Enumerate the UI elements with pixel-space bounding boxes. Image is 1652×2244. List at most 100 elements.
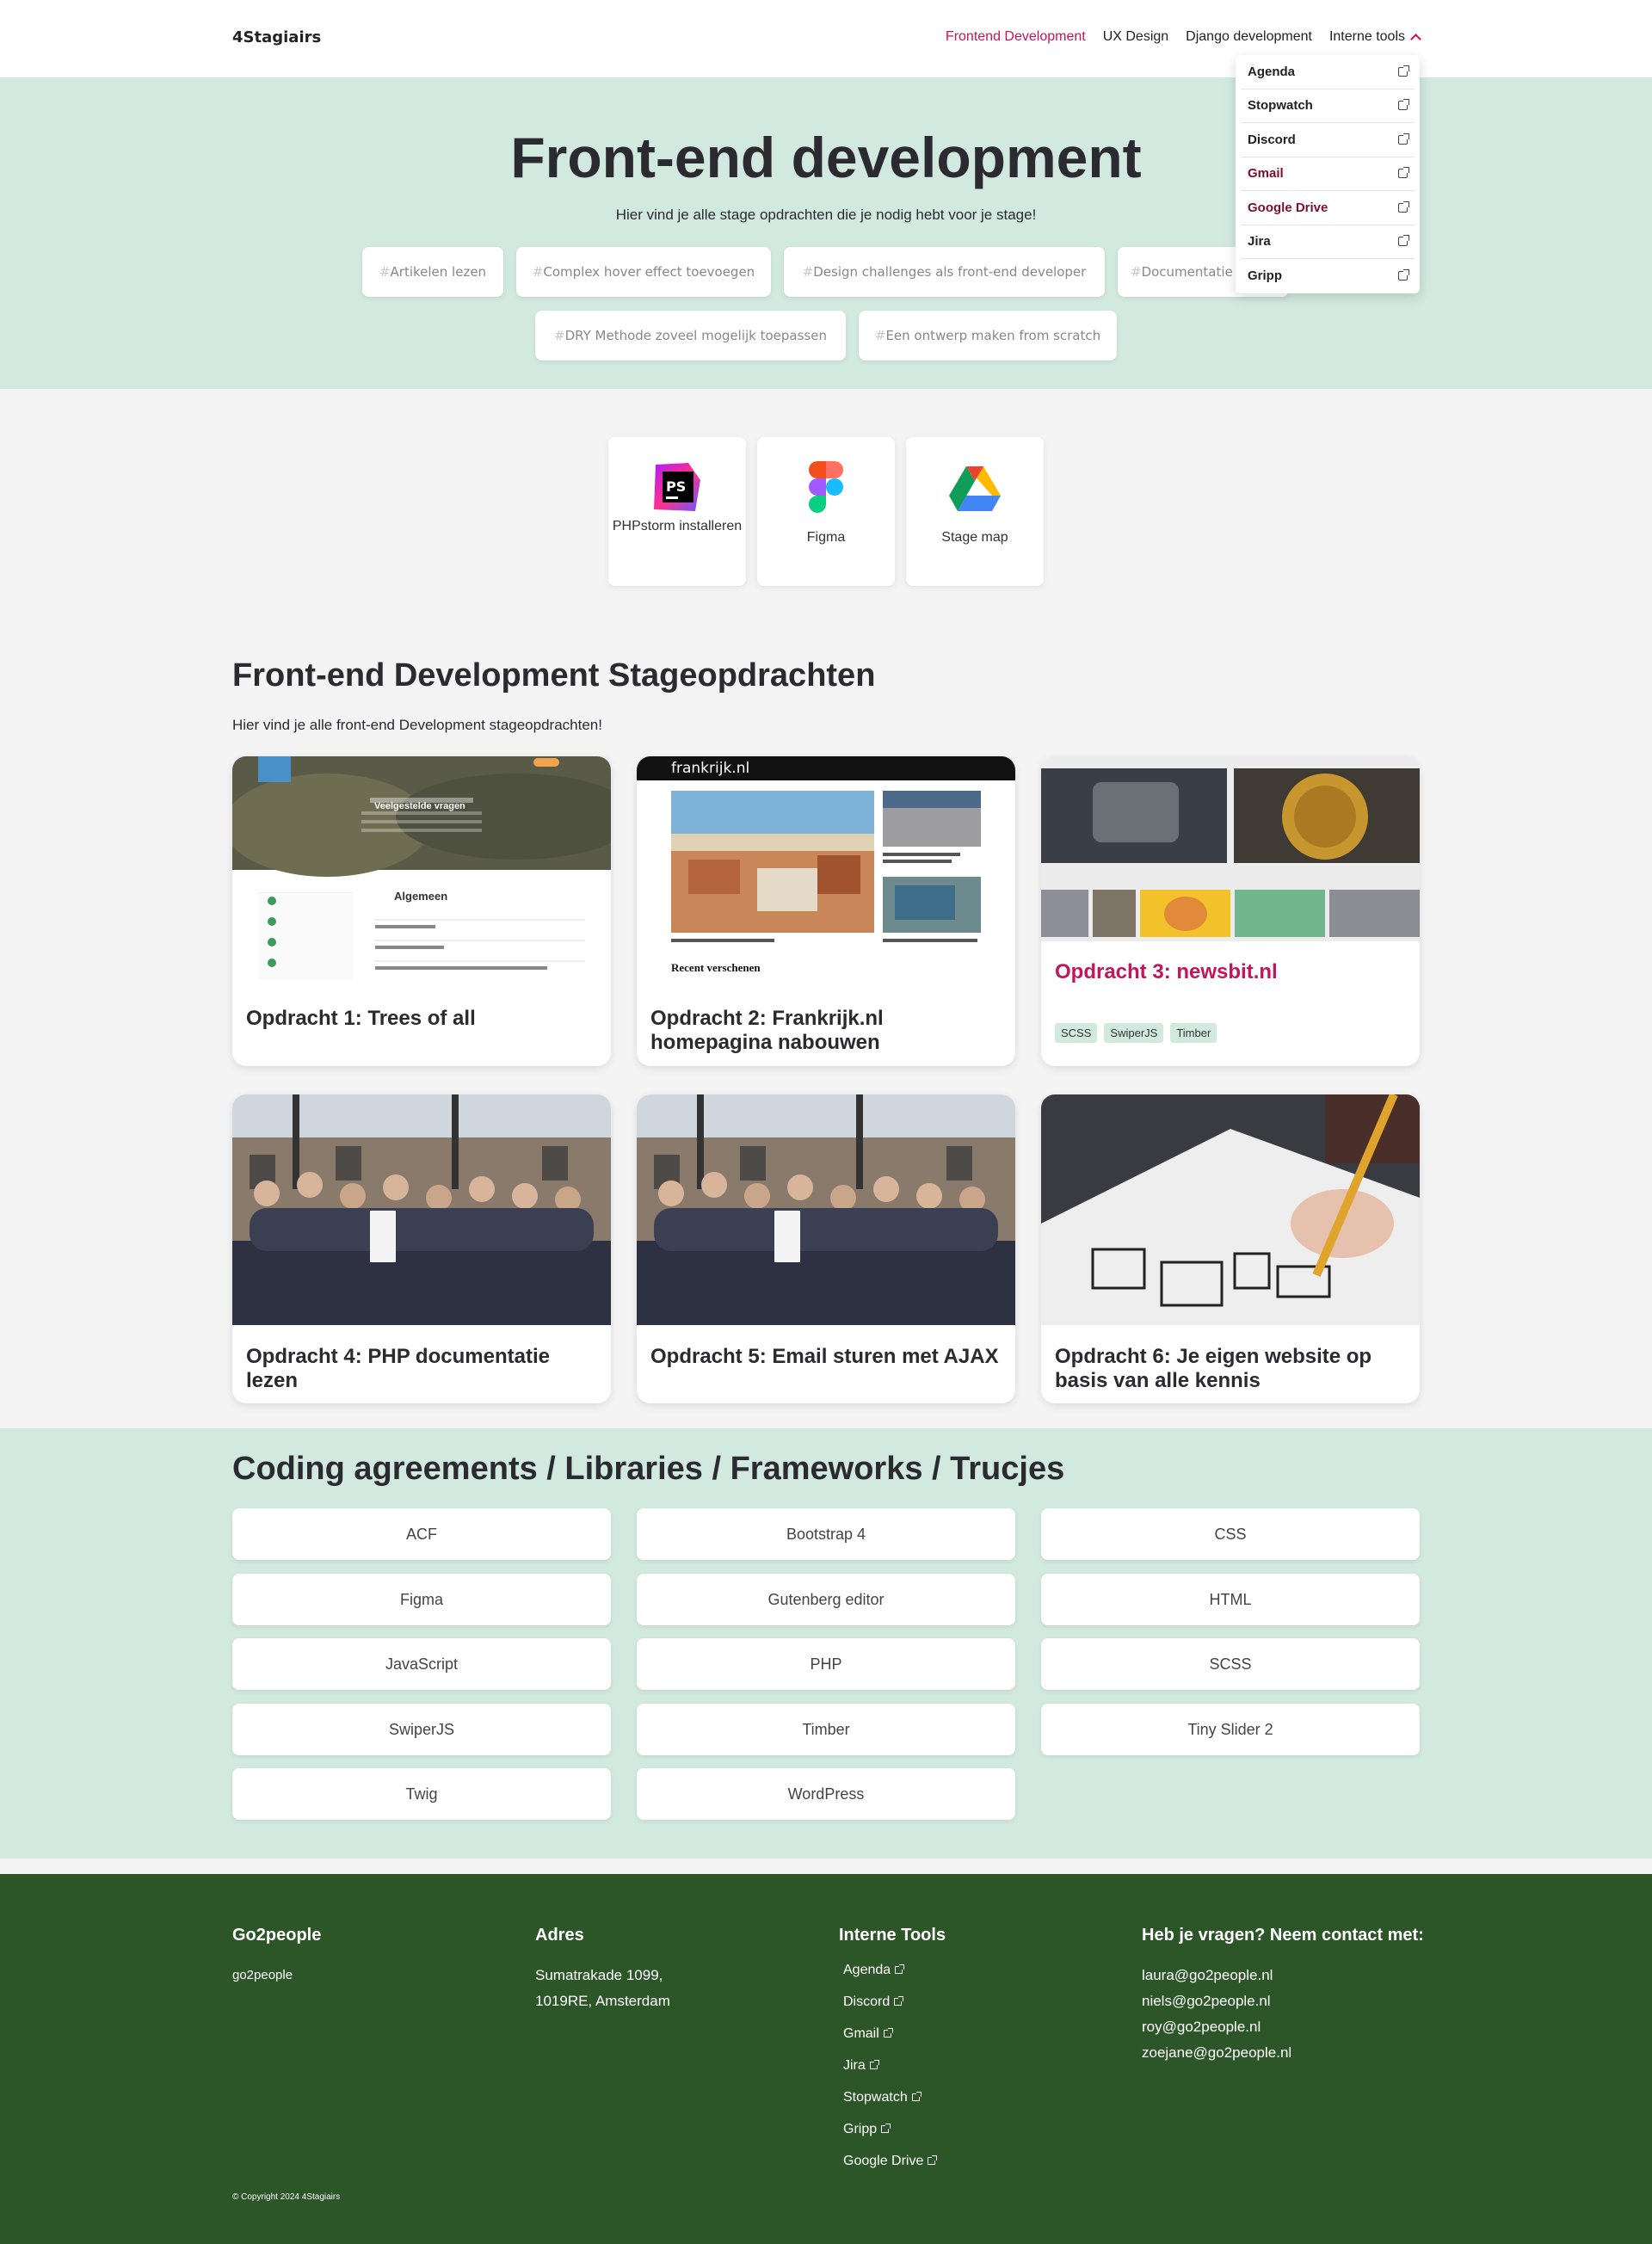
tag-label: Complex hover effect toevoegen: [543, 264, 755, 280]
agreement-javascript[interactable]: JavaScript: [232, 1638, 611, 1690]
agreement-gutenberg-editor[interactable]: Gutenberg editor: [637, 1574, 1015, 1625]
footer-link-agenda[interactable]: Agenda: [843, 1954, 946, 1986]
tag-dry-methode[interactable]: # DRY Methode zoveel mogelijk toepassen: [535, 311, 846, 361]
copyright: © Copyright 2024 4Stagiairs: [232, 2192, 341, 2202]
agreement-figma[interactable]: Figma: [232, 1574, 611, 1625]
nav-ux-design[interactable]: UX Design: [1103, 29, 1168, 45]
footer-contact-email[interactable]: laura@go2people.nl: [1142, 1963, 1424, 1988]
assignment-card-5[interactable]: Opdracht 5: Email sturen met AJAX: [637, 1094, 1015, 1403]
agreement-twig[interactable]: Twig: [232, 1768, 611, 1820]
nav-django-development[interactable]: Django development: [1186, 29, 1312, 45]
agreement-scss[interactable]: SCSS: [1041, 1638, 1420, 1690]
preview-heading: Veelgestelde vragen: [374, 801, 465, 811]
card-image-graphic: [232, 756, 611, 987]
agreement-timber[interactable]: Timber: [637, 1704, 1015, 1755]
external-link-icon: [1398, 65, 1409, 77]
agreement-html[interactable]: HTML: [1041, 1574, 1420, 1625]
external-link-icon: [1398, 269, 1409, 281]
card-image-team-photo: [637, 1094, 1015, 1325]
assignments-title: Front-end Development Stageopdrachten: [232, 657, 876, 694]
agreement-php[interactable]: PHP: [637, 1638, 1015, 1690]
tool-label: Figma: [806, 530, 846, 545]
footer-address-line: Sumatrakade 1099,: [535, 1967, 663, 1983]
external-link-icon: [1398, 99, 1409, 111]
badge-timber: Timber: [1170, 1023, 1217, 1043]
agreement-tiny-slider-2[interactable]: Tiny Slider 2: [1041, 1704, 1420, 1755]
footer-contact-email[interactable]: zoejane@go2people.nl: [1142, 2040, 1424, 2066]
card-title: Opdracht 1: Trees of all: [246, 1007, 476, 1030]
agreement-acf[interactable]: ACF: [232, 1508, 611, 1560]
agreements-title: Coding agreements / Libraries / Framewor…: [232, 1451, 1065, 1487]
dropdown-item-stopwatch[interactable]: Stopwatch: [1241, 89, 1415, 123]
dropdown-item-discord[interactable]: Discord: [1241, 123, 1415, 157]
card-badges: SCSS SwiperJS Timber: [1055, 1023, 1217, 1043]
footer-link-label: Gripp: [843, 2122, 878, 2136]
footer-contact-email[interactable]: roy@go2people.nl: [1142, 2014, 1424, 2040]
footer-link-stopwatch[interactable]: Stopwatch: [843, 2081, 946, 2113]
agreement-css[interactable]: CSS: [1041, 1508, 1420, 1560]
footer-link-gripp[interactable]: Gripp: [843, 2113, 946, 2145]
external-link-icon: [928, 2155, 938, 2165]
nav-interne-tools[interactable]: Interne tools: [1329, 29, 1421, 45]
dropdown-item-label: Jira: [1248, 234, 1271, 250]
badge-scss: SCSS: [1055, 1023, 1098, 1043]
hash-icon: #: [532, 264, 544, 280]
assignment-card-1[interactable]: Veelgestelde vragen Algemeen Opdracht 1:…: [232, 756, 611, 1066]
tag-een-ontwerp[interactable]: # Een ontwerp maken from scratch: [859, 311, 1117, 361]
dropdown-item-label: Gmail: [1248, 166, 1284, 182]
card-title: Opdracht 6: Je eigen website op basis va…: [1055, 1345, 1372, 1392]
tool-card-stage-map[interactable]: Stage map: [906, 437, 1044, 586]
dropdown-item-agenda[interactable]: Agenda: [1241, 55, 1415, 89]
agreement-bootstrap-4[interactable]: Bootstrap 4: [637, 1508, 1015, 1560]
card-title: Opdracht 3: newsbit.nl: [1055, 960, 1278, 983]
assignment-card-3[interactable]: Opdracht 3: newsbit.nl SCSS SwiperJS Tim…: [1041, 756, 1420, 1066]
external-link-icon: [881, 2124, 891, 2133]
google-drive-icon: [949, 466, 1001, 511]
external-link-icon: [1398, 200, 1409, 213]
dropdown-item-jira[interactable]: Jira: [1241, 225, 1415, 259]
dropdown-item-label: Google Drive: [1248, 200, 1328, 215]
footer-link-discord[interactable]: Discord: [843, 1986, 946, 2018]
external-link-icon: [1398, 235, 1409, 247]
card-image-graphic: [637, 756, 1015, 987]
dropdown-item-gmail[interactable]: Gmail: [1241, 157, 1415, 191]
footer-link-label: Google Drive: [843, 2154, 924, 2168]
footer-link-label: Gmail: [843, 2026, 879, 2041]
tool-card-phpstorm[interactable]: PS PHPstorm installeren: [608, 437, 746, 586]
footer-col-adres: Adres Sumatrakade 1099, 1019RE, Amsterda…: [535, 1926, 670, 2014]
dropdown-item-google-drive[interactable]: Google Drive: [1241, 191, 1415, 225]
nav-interne-tools-label[interactable]: Interne tools: [1329, 29, 1405, 45]
external-link-icon: [1398, 133, 1409, 145]
dropdown-item-label: Gripp: [1248, 268, 1282, 284]
tag-artikelen-lezen[interactable]: # Artikelen lezen: [362, 247, 503, 297]
dropdown-item-label: Agenda: [1248, 64, 1296, 79]
footer-link-label: Stopwatch: [843, 2090, 908, 2105]
nav-frontend-development[interactable]: Frontend Development: [946, 29, 1086, 45]
agreement-wordpress[interactable]: WordPress: [637, 1768, 1015, 1820]
footer-link-jira[interactable]: Jira: [843, 2050, 946, 2081]
dropdown-item-gripp[interactable]: Gripp: [1241, 259, 1415, 293]
footer-link-gmail[interactable]: Gmail: [843, 2018, 946, 2050]
chevron-up-icon[interactable]: [1410, 34, 1421, 45]
footer-link-google-drive[interactable]: Google Drive: [843, 2145, 946, 2177]
footer-link-label: Jira: [843, 2058, 866, 2073]
assignment-card-6[interactable]: Opdracht 6: Je eigen website op basis va…: [1041, 1094, 1420, 1403]
assignment-card-4[interactable]: Opdracht 4: PHP documentatie lezen: [232, 1094, 611, 1403]
tag-complex-hover[interactable]: # Complex hover effect toevoegen: [516, 247, 771, 297]
card-image-graphic: [1041, 756, 1420, 941]
footer-text: go2people: [232, 1968, 293, 1982]
card-image-trees-of-all: Veelgestelde vragen Algemeen: [232, 756, 611, 987]
tool-card-figma[interactable]: Figma: [757, 437, 895, 586]
card-image-graphic: [232, 1094, 611, 1325]
footer-col-go2people: Go2people go2people: [232, 1926, 321, 1988]
phpstorm-icon: PS: [654, 463, 700, 511]
assignment-card-2[interactable]: frankrijk.nl Recent verschenen Opdracht …: [637, 756, 1015, 1066]
hash-icon: #: [874, 328, 886, 343]
preview-brand: frankrijk.nl: [671, 760, 750, 777]
dropdown-item-label: Stopwatch: [1248, 98, 1313, 114]
site-logo[interactable]: 4Stagiairs: [232, 28, 321, 46]
footer-col-interne-tools: Interne Tools Agenda Discord Gmail Jira …: [839, 1926, 946, 2177]
tag-design-challenges[interactable]: # Design challenges als front-end develop…: [784, 247, 1105, 297]
footer-contact-email[interactable]: niels@go2people.nl: [1142, 1988, 1424, 2014]
agreement-swiperjs[interactable]: SwiperJS: [232, 1704, 611, 1755]
